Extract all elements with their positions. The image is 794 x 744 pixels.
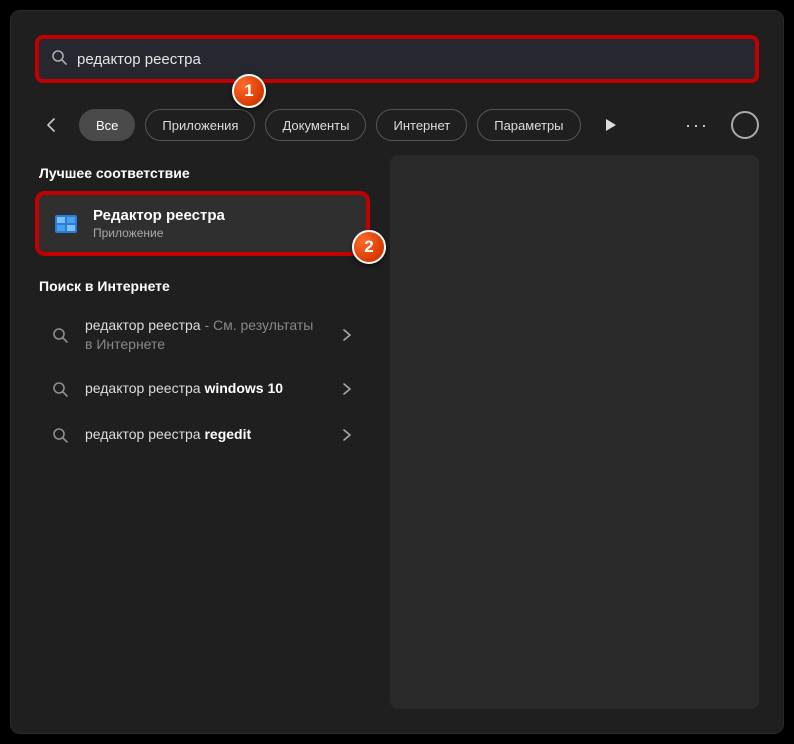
- search-bar[interactable]: [35, 35, 759, 83]
- chevron-right-icon: [338, 326, 356, 344]
- best-match-name: Редактор реестра: [93, 207, 225, 224]
- filter-all[interactable]: Все: [79, 109, 135, 141]
- best-match-result[interactable]: Редактор реестра Приложение: [35, 191, 370, 256]
- search-input[interactable]: [77, 51, 743, 68]
- best-match-text: Редактор реестра Приложение: [93, 207, 225, 240]
- back-button[interactable]: [35, 108, 69, 142]
- search-icon: [49, 324, 71, 346]
- preview-panel: [390, 155, 759, 709]
- web-search-heading: Поиск в Интернете: [39, 278, 366, 294]
- filter-row: Все Приложения Документы Интернет Параме…: [35, 105, 759, 145]
- chevron-right-icon: [338, 426, 356, 444]
- best-match-heading: Лучшее соответствие: [39, 165, 366, 181]
- search-window: Все Приложения Документы Интернет Параме…: [10, 10, 784, 734]
- web-suggestion[interactable]: редактор реестра windows 10: [35, 366, 370, 412]
- suggestion-text: редактор реестра - См. результаты в Инте…: [85, 316, 324, 354]
- results-column: Лучшее соответствие Редактор реестра При…: [35, 155, 370, 458]
- search-icon: [49, 378, 71, 400]
- filter-apps[interactable]: Приложения: [145, 109, 255, 141]
- step-marker-2: 2: [352, 230, 386, 264]
- filter-settings[interactable]: Параметры: [477, 109, 580, 141]
- web-suggestion[interactable]: редактор реестра - См. результаты в Инте…: [35, 304, 370, 366]
- filter-more[interactable]: [591, 109, 631, 141]
- step-marker-1: 1: [232, 74, 266, 108]
- search-icon: [49, 424, 71, 446]
- web-suggestion[interactable]: редактор реестра regedit: [35, 412, 370, 458]
- more-menu[interactable]: ···: [681, 109, 713, 141]
- chevron-right-icon: [338, 380, 356, 398]
- best-match-type: Приложение: [93, 226, 225, 240]
- suggestion-text: редактор реестра windows 10: [85, 379, 324, 398]
- account-circle-icon[interactable]: [731, 111, 759, 139]
- suggestion-text: редактор реестра regedit: [85, 425, 324, 444]
- search-icon: [51, 49, 67, 70]
- regedit-icon: [53, 211, 79, 237]
- filter-web[interactable]: Интернет: [376, 109, 467, 141]
- filter-documents[interactable]: Документы: [265, 109, 366, 141]
